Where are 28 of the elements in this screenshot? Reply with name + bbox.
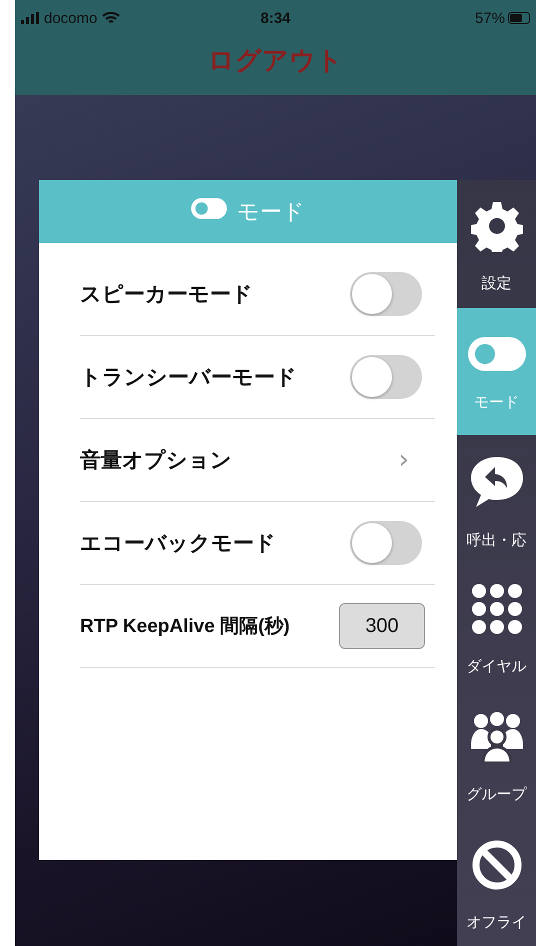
people-group-icon	[468, 711, 524, 764]
clock-time: 8:34	[260, 10, 291, 26]
toggle-switch[interactable]	[350, 355, 422, 399]
toggle-icon	[191, 198, 227, 219]
sidebar-item[interactable]: 呼出・応	[457, 435, 536, 564]
sidebar-item[interactable]: オフライ	[457, 818, 536, 946]
setting-label: スピーカーモード	[80, 281, 253, 308]
speech-bubble-icon	[468, 454, 524, 509]
wifi-icon	[102, 12, 120, 24]
prohibited-icon	[470, 838, 522, 891]
setting-label: トランシーバーモード	[80, 364, 297, 391]
toggle-switch[interactable]	[350, 272, 422, 316]
carrier-name: docomo	[44, 10, 98, 26]
sidebar-item[interactable]: グループ	[457, 690, 536, 818]
toggle-switch[interactable]	[350, 521, 422, 565]
number-field[interactable]: 300	[339, 603, 425, 649]
battery-percent: 57%	[474, 10, 505, 26]
sidebar-item[interactable]: ダイヤル	[457, 563, 536, 691]
setting-label: 音量オプション	[80, 447, 232, 474]
battery-icon	[508, 12, 530, 24]
signal-icon	[21, 12, 39, 24]
gear-icon	[470, 200, 522, 252]
setting-label: RTP KeepAlive 間隔(秒)	[80, 615, 290, 639]
setting-label: エコーバックモード	[80, 530, 276, 557]
toggle-icon	[468, 337, 526, 371]
panel-title: モード	[237, 198, 305, 226]
sidebar-item[interactable]: 設定	[457, 180, 536, 308]
dial-pad-icon	[470, 583, 522, 636]
